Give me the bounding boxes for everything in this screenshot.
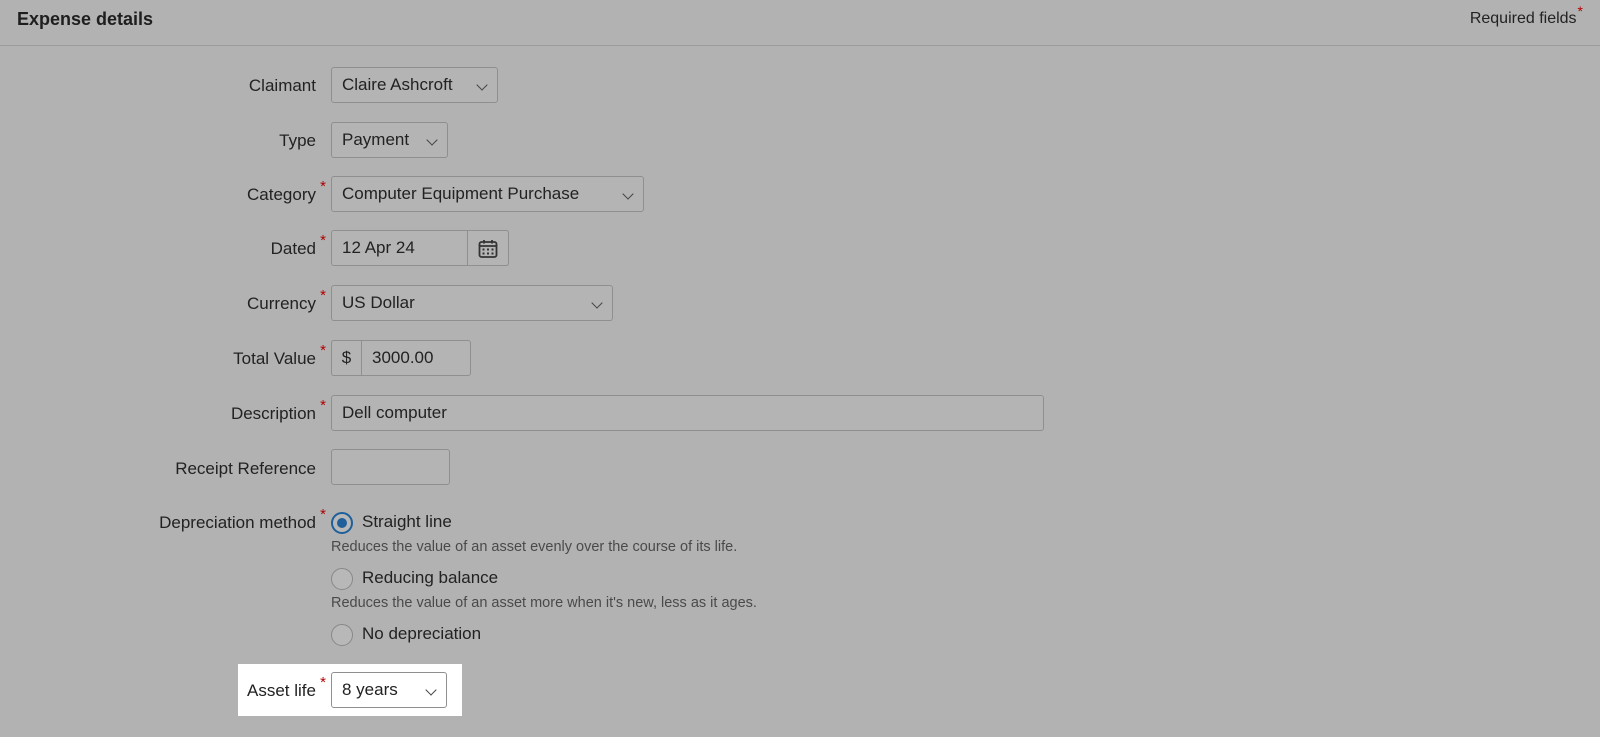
- asset-life-select[interactable]: 8 years: [331, 672, 447, 708]
- chevron-down-icon: [622, 188, 634, 200]
- chevron-down-icon: [425, 684, 437, 696]
- description-label: Description *: [230, 397, 326, 423]
- description-value: Dell computer: [342, 403, 447, 422]
- radio-button[interactable]: [331, 512, 353, 534]
- page-header: Expense details Required fields*: [0, 0, 1600, 46]
- type-label: Type: [279, 131, 316, 150]
- radio-label: No depreciation: [362, 624, 482, 643]
- currency-label: Currency *: [247, 287, 326, 313]
- required-fields-label: Required fields: [1469, 10, 1577, 27]
- currency-select[interactable]: US Dollar: [331, 285, 613, 321]
- chevron-down-icon: [426, 134, 438, 146]
- category-label: Category *: [247, 178, 326, 204]
- claimant-select[interactable]: Claire Ashcroft: [331, 67, 498, 103]
- total-value-input[interactable]: $ 3000.00: [331, 340, 471, 376]
- chevron-down-icon: [591, 297, 603, 309]
- receipt-reference-label: Receipt Reference: [175, 459, 316, 478]
- required-star: *: [320, 178, 326, 195]
- type-select[interactable]: Payment: [331, 122, 448, 158]
- total-value-value: 3000.00: [372, 348, 434, 367]
- calendar-button[interactable]: [467, 230, 509, 266]
- required-star: *: [320, 674, 326, 691]
- radio-label: Straight line: [362, 512, 452, 531]
- claimant-value: Claire Ashcroft: [342, 75, 453, 94]
- claimant-label: Claimant: [248, 76, 316, 95]
- required-fields-note: Required fields*: [1469, 3, 1583, 28]
- required-star: *: [320, 397, 326, 414]
- calendar-icon: [478, 240, 498, 258]
- category-select[interactable]: Computer Equipment Purchase: [331, 176, 644, 212]
- radio-hint: Reduces the value of an asset evenly ove…: [331, 539, 738, 555]
- category-value: Computer Equipment Purchase: [342, 184, 580, 203]
- required-star: *: [320, 287, 326, 304]
- date-value: 12 Apr 24: [342, 238, 415, 257]
- radio-label: Reducing balance: [362, 568, 499, 587]
- radio-button[interactable]: [331, 568, 353, 590]
- required-star: *: [320, 232, 326, 249]
- description-input[interactable]: Dell computer: [331, 395, 1044, 431]
- radio-button[interactable]: [331, 624, 353, 646]
- receipt-reference-input[interactable]: [331, 449, 450, 485]
- dated-label: Dated *: [270, 232, 326, 258]
- chevron-down-icon: [476, 79, 488, 91]
- currency-value: US Dollar: [342, 293, 415, 312]
- currency-symbol: $: [331, 340, 362, 376]
- required-star: *: [1577, 3, 1583, 19]
- required-star: *: [320, 342, 326, 359]
- page-title: Expense details: [17, 9, 154, 29]
- asset-life-label: Asset life *: [247, 674, 326, 700]
- total-value-label: Total Value *: [233, 342, 326, 368]
- type-value: Payment: [342, 130, 410, 149]
- date-input[interactable]: 12 Apr 24: [331, 230, 509, 266]
- depreciation-label: Depreciation method *: [159, 506, 326, 532]
- required-star: *: [320, 506, 326, 523]
- asset-life-value: 8 years: [342, 680, 398, 699]
- radio-hint: Reduces the value of an asset more when …: [331, 595, 757, 611]
